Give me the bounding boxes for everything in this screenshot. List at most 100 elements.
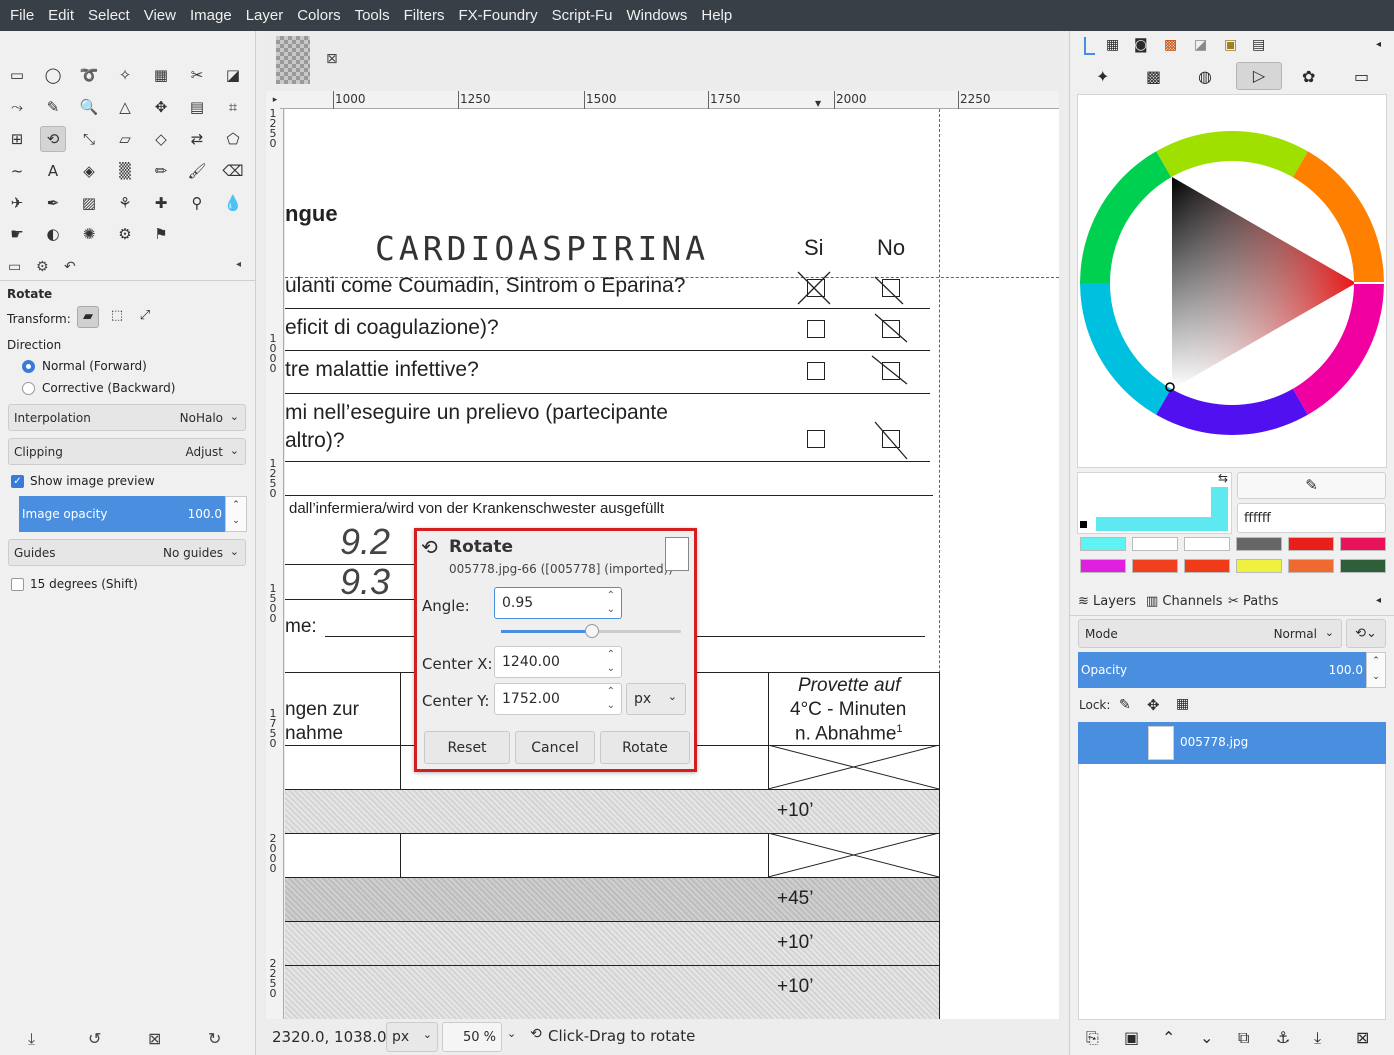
swap-colors-icon[interactable]: ⇆ — [1218, 471, 1228, 485]
wheel-selector-icon[interactable]: ▷ — [1236, 62, 1282, 90]
palettes-tab-icon[interactable]: ▤ — [1252, 37, 1265, 53]
menu-colors[interactable]: Colors — [290, 0, 347, 31]
menu-view[interactable]: View — [137, 0, 183, 31]
crop-tool-icon[interactable]: ⌗ — [220, 94, 246, 120]
color-picker-button[interactable]: ✎ — [1237, 472, 1386, 499]
scale-tool-icon[interactable]: ⤡ — [76, 126, 102, 152]
lock-alpha-icon[interactable]: ▦ — [1176, 696, 1189, 712]
center-x-input[interactable]: 1240.00 ⌃ ⌄ — [494, 646, 622, 678]
background-color-swatch[interactable] — [1096, 487, 1211, 517]
gradients-tab-icon[interactable]: ▩ — [1164, 37, 1177, 53]
palette-swatch[interactable] — [1340, 559, 1386, 573]
reset-options-icon[interactable]: ↻ — [208, 1029, 221, 1048]
angle-slider-handle[interactable] — [585, 624, 599, 638]
color-picker-tool-icon[interactable]: ✎ — [40, 94, 66, 120]
lock-pixels-icon[interactable]: ✎ — [1119, 697, 1131, 713]
delete-layer-icon[interactable]: ⊠ — [1356, 1028, 1369, 1047]
menu-layer[interactable]: Layer — [239, 0, 291, 31]
fonts-tab-icon[interactable]: ◪ — [1194, 37, 1207, 53]
airbrush-tool-icon[interactable]: ✈ — [4, 190, 30, 216]
save-options-icon[interactable]: ⤓ — [28, 1029, 35, 1049]
zoom-input[interactable]: 50 % — [442, 1022, 502, 1052]
fuzzy-select-tool-icon[interactable]: ✧ — [112, 62, 138, 88]
palette-swatch[interactable] — [1184, 559, 1230, 573]
palette-swatch[interactable] — [1080, 537, 1126, 551]
reset-button[interactable]: Reset — [424, 731, 510, 764]
transform-selection-icon[interactable]: ⬚ — [106, 306, 128, 328]
center-unit-combo[interactable]: px ⌄ — [626, 683, 686, 715]
vertical-ruler[interactable]: 1250 1000 1250 1500 1750 2000 2250 — [266, 108, 284, 1019]
unit-combo[interactable]: px ⌄ — [386, 1022, 438, 1052]
watercolor-selector-icon[interactable]: ✿ — [1302, 67, 1315, 86]
ellipse-select-tool-icon[interactable]: ◯ — [40, 62, 66, 88]
gegl-op-tool-icon[interactable]: ✺ — [76, 221, 102, 247]
scales-selector-icon[interactable]: ▭ — [1354, 67, 1369, 86]
duplicate-layer-icon[interactable]: ⧉ — [1238, 1028, 1249, 1048]
direction-corrective-radio[interactable] — [22, 382, 35, 395]
menu-filters[interactable]: Filters — [397, 0, 452, 31]
pencil-tool-icon[interactable]: ✏ — [148, 158, 174, 184]
show-preview-checkbox[interactable]: ✓ — [11, 475, 24, 488]
paths-tab[interactable]: ✂ Paths — [1228, 594, 1278, 609]
anchor-layer-icon[interactable]: ⚓ — [1276, 1028, 1290, 1047]
undo-history-tab-icon[interactable]: ↶ — [64, 259, 76, 275]
restore-options-icon[interactable]: ↺ — [88, 1029, 101, 1048]
layers-tab[interactable]: ≋ Layers — [1078, 594, 1136, 609]
paths-tool-icon[interactable]: ⤳ — [4, 94, 30, 120]
ink-tool-icon[interactable]: ✒ — [40, 190, 66, 216]
tab-menu-icon[interactable]: ◂ — [236, 259, 241, 270]
color-wheel[interactable] — [1078, 95, 1388, 469]
clone-tool-icon[interactable]: ⚘ — [112, 190, 138, 216]
layers-menu-icon[interactable]: ◂ — [1376, 595, 1381, 606]
image-opacity-spin-arrows[interactable]: ⌃ ⌄ — [225, 496, 247, 532]
center-x-spin-arrows[interactable]: ⌃ ⌄ — [607, 648, 615, 676]
rotate-button[interactable]: Rotate — [600, 731, 690, 764]
device-status-tab-icon[interactable]: ⚙ — [36, 259, 49, 275]
bucket-fill-tool-icon[interactable]: ◈ — [76, 158, 102, 184]
new-layer-group-icon[interactable]: ▣ — [1124, 1028, 1139, 1047]
guides-combo[interactable]: Guides No guides ⌄ — [8, 539, 246, 566]
delete-options-icon[interactable]: ⊠ — [148, 1029, 161, 1048]
warp-transform-tool-icon[interactable]: ~ — [4, 158, 30, 184]
gimp-selector-icon[interactable]: ✦ — [1096, 67, 1109, 86]
angle-spin-arrows[interactable]: ⌃ ⌄ — [607, 589, 615, 617]
clipping-combo[interactable]: Clipping Adjust ⌄ — [8, 438, 246, 465]
palette-swatch[interactable] — [1288, 537, 1334, 551]
palette-swatch[interactable] — [1288, 559, 1334, 573]
paintbrush-tool-icon[interactable]: 🖌 — [184, 158, 210, 184]
select-by-color-tool-icon[interactable]: ▦ — [148, 62, 174, 88]
fg-bg-colors-tab-icon[interactable] — [1084, 37, 1095, 55]
hex-input[interactable]: ffffff — [1237, 503, 1386, 533]
horizontal-ruler[interactable]: ▼ 1000 1250 1500 1750 2000 2250 — [280, 91, 1059, 109]
flip-tool-icon[interactable]: ⇄ — [184, 126, 210, 152]
channels-tab[interactable]: ▥ Channels — [1146, 594, 1223, 609]
fg-bg-color-area[interactable]: ⇆ — [1077, 471, 1232, 534]
center-y-input[interactable]: 1752.00 ⌃ ⌄ — [494, 683, 622, 715]
unified-transform-tool-icon[interactable]: ⊞ — [4, 126, 30, 152]
shear-tool-icon[interactable]: ▱ — [112, 126, 138, 152]
center-y-spin-arrows[interactable]: ⌃ ⌄ — [607, 685, 615, 713]
blur-tool-icon[interactable]: 💧 — [220, 190, 246, 216]
palette-swatch[interactable] — [1184, 537, 1230, 551]
healing-tool-icon[interactable]: ✚ — [148, 190, 174, 216]
fifteen-degrees-checkbox[interactable] — [11, 578, 24, 591]
text-tool-icon[interactable]: A — [40, 158, 66, 184]
cage-transform-tool-icon[interactable]: ⬠ — [220, 126, 246, 152]
foreground-select-tool-icon[interactable]: ◪ — [220, 62, 246, 88]
free-select-tool-icon[interactable]: ➰ — [76, 62, 102, 88]
rotate-tool-icon[interactable]: ⟲ — [40, 126, 66, 152]
palette-swatch[interactable] — [1236, 559, 1282, 573]
angle-slider-track[interactable] — [501, 624, 681, 638]
zoom-dropdown-icon[interactable]: ⌄ — [507, 1027, 516, 1040]
palette-swatch[interactable] — [1236, 537, 1282, 551]
water-selector-icon[interactable]: ◍ — [1198, 67, 1212, 86]
color-wheel-panel[interactable] — [1077, 94, 1387, 468]
dodge-burn-tool-icon[interactable]: ◐ — [40, 221, 66, 247]
handle-transform-tool-icon[interactable]: ⚑ — [148, 221, 174, 247]
transform-path-icon[interactable]: ⤢ — [134, 306, 156, 328]
composite-mode-button[interactable]: ⟲⌄ — [1346, 619, 1386, 648]
scissors-select-tool-icon[interactable]: ✂ — [184, 62, 210, 88]
dock-menu-icon[interactable]: ◂ — [1376, 39, 1381, 50]
lock-position-icon[interactable]: ✥ — [1147, 696, 1160, 714]
brushes-tab-icon[interactable]: ▦ — [1106, 37, 1119, 53]
